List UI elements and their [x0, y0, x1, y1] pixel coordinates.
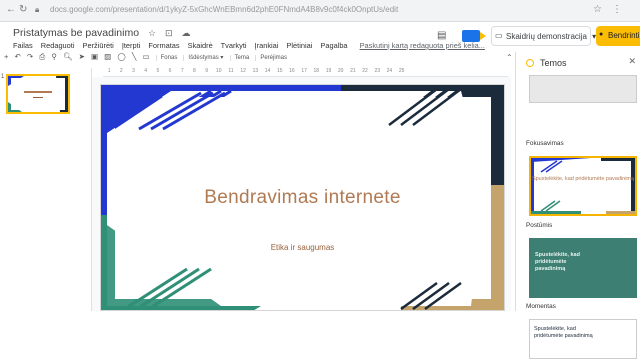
menu-pletiniai[interactable]: Plėtiniai — [286, 41, 312, 50]
menu-tvarkyti[interactable]: Tvarkyti — [221, 41, 247, 50]
theme-button[interactable]: Tema — [229, 55, 250, 61]
theme-preview-text: Spustelėkite, kad pridėtumėte pavadinimą — [534, 326, 593, 339]
shape-icon[interactable]: ◯ — [117, 52, 125, 61]
background-button[interactable]: Fonas — [155, 55, 178, 61]
theme-preview-graphic — [531, 158, 635, 214]
ruler-tick: 25 — [398, 68, 405, 74]
ruler-tick: 3 — [132, 68, 135, 74]
ruler-tick: 13 — [252, 68, 259, 74]
redo-icon[interactable]: ↷ — [27, 52, 33, 61]
text-box-icon[interactable]: ▣ — [91, 52, 98, 61]
transition-button[interactable]: Perėjimas — [255, 55, 287, 61]
ruler-tick: 21 — [350, 68, 356, 74]
theme-preview-text: Spustelėkite, kad pridėtumėte pavadinimą — [531, 176, 635, 182]
last-edit-link[interactable]: Paskutinį kartą redaguota prieš kelia... — [360, 41, 485, 50]
url-text[interactable]: docs.google.com/presentation/d/1ykyZ-5xG… — [50, 5, 398, 14]
themes-title: Temos — [540, 58, 567, 68]
star-icon[interactable]: ☆ — [148, 28, 156, 38]
back-icon[interactable]: ← — [6, 4, 16, 15]
slide-thumbnail[interactable] — [6, 74, 70, 114]
image-icon[interactable]: ▨ — [104, 52, 111, 61]
star-icon[interactable]: ☆ — [593, 4, 612, 15]
ruler-tick: 23 — [374, 68, 380, 74]
layout-button[interactable]: Išdėstymas ▾ — [183, 55, 224, 61]
doc-title[interactable]: Pristatymas be pavadinimo — [13, 27, 139, 39]
theme-label-momentas: Momentas — [526, 303, 556, 310]
ruler-tick: 11 — [228, 68, 234, 74]
share-button[interactable]: ● Bendrinti — [596, 26, 640, 46]
menu-formatas[interactable]: Formatas — [148, 41, 179, 50]
lock-icon: ● — [599, 31, 604, 38]
slideshow-button[interactable]: ▭ Skaidrių demonstracija ▾ — [491, 26, 596, 46]
slide[interactable]: Bendravimas internete Etika ir saugumas — [100, 84, 505, 311]
menu-failas[interactable]: Failas — [13, 41, 33, 50]
menu-iterpti[interactable]: Įterpti — [122, 41, 140, 50]
ruler-tick: 19 — [325, 68, 332, 74]
ruler-tick: 24 — [386, 68, 393, 74]
horizontal-ruler[interactable]: 1 2 3 4 5 6 7 8 9 10 11 12 13 14 15 16 17 18 19 20 21 22 23 24 2… — [103, 68, 508, 77]
ruler-tick: 16 — [289, 68, 295, 74]
ruler-tick: 4 — [144, 68, 148, 74]
theme-card-fokusavimas[interactable]: Spustelėkite, kad pridėtumėte pavadinimą — [529, 156, 637, 216]
browser-actions: ☆⋮ — [593, 4, 632, 15]
print-icon[interactable]: ⎙ — [39, 52, 45, 61]
themes-panel: Temos ✕ Fokusavimas Spustelėkite, kad pr… — [515, 52, 640, 359]
slide-title[interactable]: Bendravimas internete — [101, 187, 504, 209]
zoom-icon[interactable]: 🔍︎ — [63, 52, 73, 61]
ruler-tick: 22 — [362, 68, 368, 74]
select-icon[interactable]: ➤ — [79, 52, 85, 61]
theme-card-momentas[interactable]: Spustelėkite, kad pridėtumėte pavadinimą — [529, 319, 637, 359]
menu-icon[interactable]: ⋮ — [612, 4, 632, 15]
theme-card-postumis[interactable]: Spustelėkite, kad pridėtumėte pavadinimą — [529, 238, 637, 298]
comments-icon[interactable]: ▤ — [437, 30, 446, 41]
slide-subtitle[interactable]: Etika ir saugumas — [101, 243, 504, 252]
ruler-tick: 10 — [216, 68, 222, 74]
add-slide-icon[interactable]: + — [4, 52, 8, 61]
ruler-tick: 7 — [180, 68, 184, 74]
ruler-tick: 8 — [193, 68, 196, 74]
ruler-tick: 17 — [301, 68, 307, 74]
paint-format-icon[interactable]: ⚲ — [51, 52, 57, 61]
menu-pagalba[interactable]: Pagalba — [320, 41, 347, 50]
ruler-tick: 2 — [119, 68, 123, 74]
ruler-tick: 15 — [276, 68, 283, 74]
menu-irankiai[interactable]: Įrankiai — [255, 41, 279, 50]
ruler-tick: 12 — [240, 68, 246, 74]
ruler-tick: 1 — [107, 68, 111, 74]
close-icon[interactable]: ✕ — [628, 56, 636, 67]
ruler-tick: 18 — [313, 68, 320, 74]
menu-redaguoti[interactable]: Redaguoti — [41, 41, 75, 50]
theme-label-fokusavimas: Fokusavimas — [526, 140, 564, 147]
slide-number: 1 — [1, 74, 5, 80]
menu-perziureti[interactable]: Peržiūrėti — [83, 41, 114, 50]
comment-icon[interactable]: ▭ — [142, 52, 149, 61]
theme-preview-text: Spustelėkite, kad pridėtumėte pavadinimą — [535, 252, 580, 272]
chevron-up-icon[interactable]: ⌃ — [506, 53, 513, 62]
line-icon[interactable]: ╲ — [132, 52, 137, 61]
theme-icon — [526, 59, 534, 67]
thumbnail-graphic — [8, 76, 68, 112]
ruler-tick: 5 — [156, 68, 160, 74]
ruler-tick: 9 — [205, 68, 208, 74]
ruler-tick: 20 — [337, 68, 344, 74]
menu-skaidre[interactable]: Skaidrė — [188, 41, 213, 50]
slideshow-icon: ▭ — [495, 31, 503, 40]
doc-title-row: Pristatymas be pavadinimo ☆ ⊡ ☁ — [13, 27, 190, 39]
slideshow-label: Skaidrių demonstracija — [506, 32, 587, 41]
theme-label-postumis: Postūmis — [526, 222, 553, 229]
browser-bar: ← ↻ 🔒︎ docs.google.com/presentation/d/1y… — [0, 0, 640, 22]
cloud-status-icon[interactable]: ☁ — [181, 28, 190, 38]
ruler-tick: 6 — [168, 68, 172, 74]
lock-icon: 🔒︎ — [35, 5, 40, 14]
themes-header: Temos — [526, 58, 567, 68]
ruler-tick: 14 — [264, 68, 271, 74]
undo-icon[interactable]: ↶ — [14, 52, 20, 61]
theme-card-previous[interactable] — [529, 75, 637, 103]
menu-bar: Failas Redaguoti Peržiūrėti Įterpti Form… — [13, 41, 491, 50]
move-folder-icon[interactable]: ⊡ — [165, 28, 173, 38]
share-label: Bendrinti — [608, 31, 640, 40]
toolbar: + ↶ ↷ ⎙ ⚲ 🔍︎ ➤ ▣ ▨ ◯ ╲ ▭ Fonas Išdėstyma… — [0, 52, 520, 66]
meet-icon[interactable] — [462, 30, 486, 42]
reload-icon[interactable]: ↻ — [19, 4, 27, 15]
